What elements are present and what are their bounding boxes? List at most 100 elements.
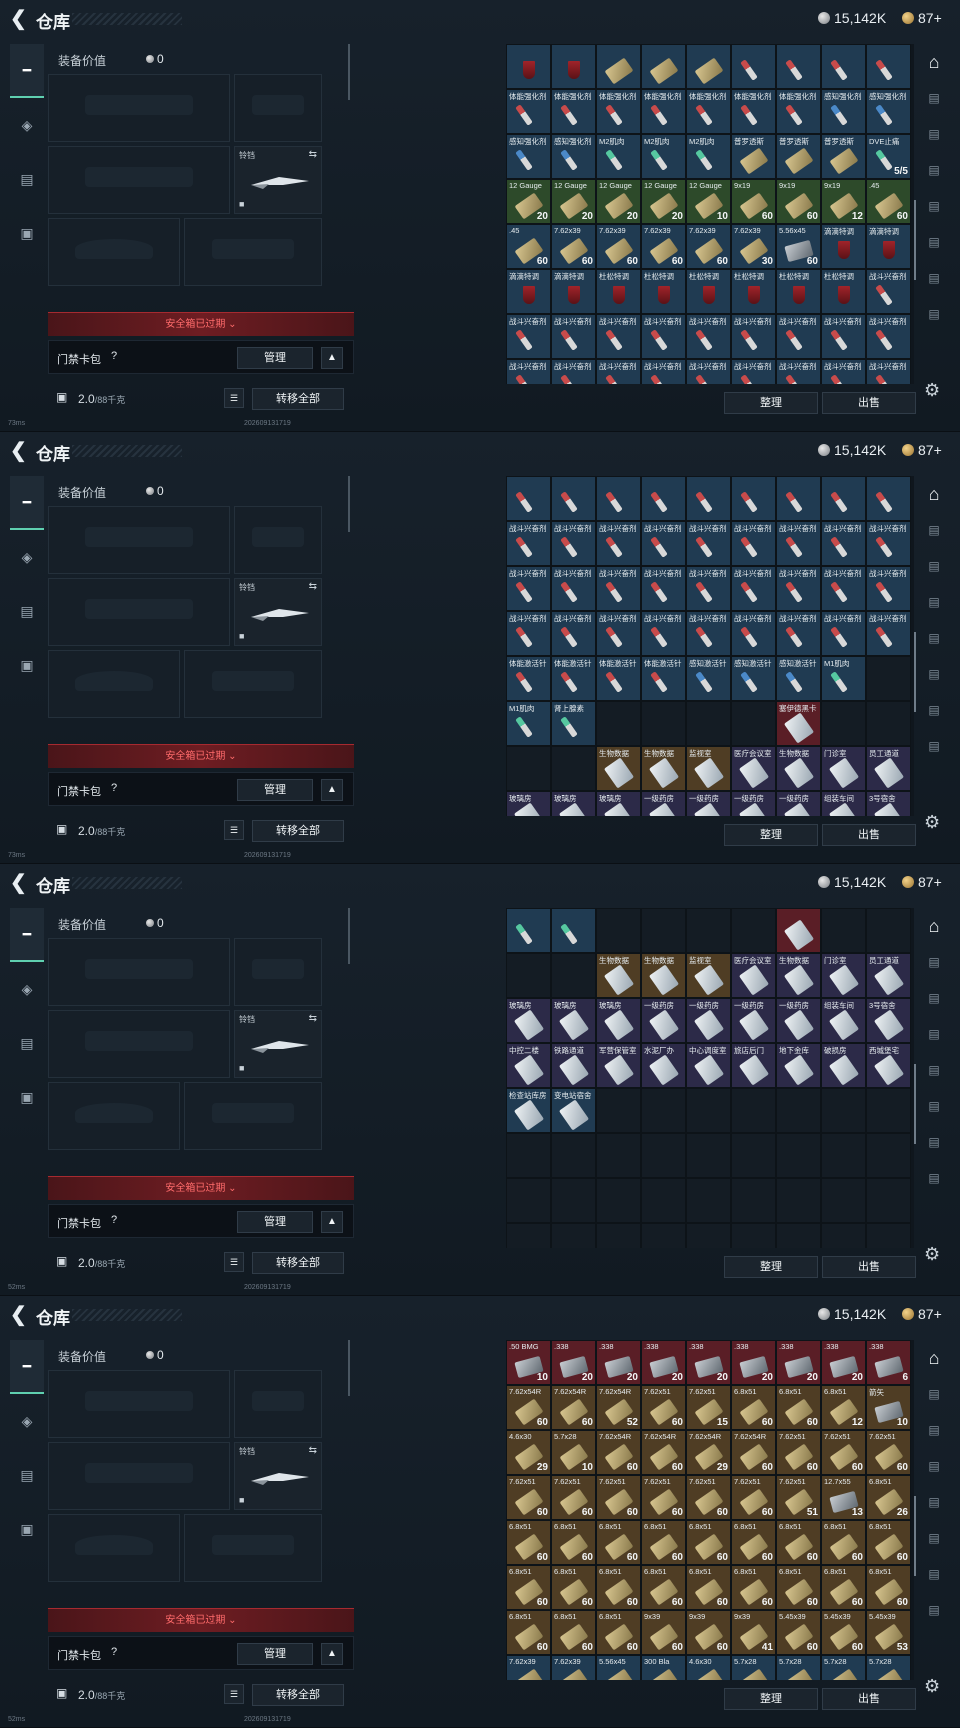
inventory-cell[interactable]: .338 20 (641, 1340, 686, 1385)
transfer-all-button[interactable]: 转移全部 (252, 1684, 344, 1706)
gear-icon[interactable]: ⚙ (924, 380, 940, 401)
sort-button[interactable]: 整理 (724, 1256, 818, 1278)
sort-button[interactable]: 整理 (724, 824, 818, 846)
inventory-cell[interactable]: 战斗兴奋剂 (641, 611, 686, 656)
chevron-up-icon[interactable]: ▲ (321, 1211, 343, 1233)
inventory-cell[interactable]: 6.8x51 60 (731, 1520, 776, 1565)
help-icon[interactable]: ? (111, 1646, 117, 1658)
primary-weapon-slot[interactable] (48, 506, 230, 574)
primary-weapon-slot[interactable] (48, 74, 230, 142)
inventory-cell[interactable] (506, 746, 551, 791)
inventory-cell[interactable] (551, 1223, 596, 1248)
inventory-cell[interactable]: 医疗会议室 (731, 953, 776, 998)
tab-weapons-icon[interactable]: ━ (10, 1340, 44, 1394)
inventory-cell[interactable]: 5.45x39 53 (866, 1610, 911, 1655)
inventory-cell[interactable]: 中控二楼 (506, 1043, 551, 1088)
chevron-up-icon[interactable]: ▲ (321, 347, 343, 369)
inventory-cell[interactable] (821, 44, 866, 89)
list-icon[interactable]: ☰ (224, 388, 244, 408)
helmet-slot[interactable] (48, 1514, 180, 1582)
inventory-cell[interactable]: 5.7x28 (866, 1655, 911, 1680)
inventory-cell[interactable] (686, 1088, 731, 1133)
inventory-cell[interactable]: 5.56x45 (596, 1655, 641, 1680)
inventory-cell[interactable]: 一级药房 (776, 998, 821, 1043)
inventory-cell[interactable] (776, 908, 821, 953)
inventory-cell[interactable]: 战斗兴奋剂 (596, 314, 641, 359)
storage-scrollbar[interactable] (914, 1064, 916, 1144)
sell-button[interactable]: 出售 (822, 392, 916, 414)
inventory-cell[interactable]: 破损房 (821, 1043, 866, 1088)
inventory-cell[interactable] (551, 1178, 596, 1223)
inventory-cell[interactable] (551, 1133, 596, 1178)
storage-tab-7-icon[interactable]: ▤ (918, 1592, 950, 1628)
inventory-cell[interactable] (596, 701, 641, 746)
inventory-cell[interactable]: 战斗兴奋剂 (821, 611, 866, 656)
sell-button[interactable]: 出售 (822, 824, 916, 846)
inventory-cell[interactable] (641, 1178, 686, 1223)
inventory-cell[interactable] (686, 1223, 731, 1248)
inventory-cell[interactable]: 感知强化剂 (866, 89, 911, 134)
gear-icon[interactable]: ⚙ (924, 812, 940, 833)
inventory-cell[interactable]: 感知激活针 (776, 656, 821, 701)
tab-armor-icon[interactable]: ◈ (10, 962, 44, 1016)
armor-slot[interactable] (184, 1514, 322, 1582)
inventory-cell[interactable]: M2肌肉 (641, 134, 686, 179)
inventory-cell[interactable]: 医疗会议室 (731, 746, 776, 791)
primary-weapon-slot[interactable] (48, 938, 230, 1006)
inventory-cell[interactable] (776, 1223, 821, 1248)
sidearm-slot[interactable] (234, 1370, 322, 1438)
inventory-cell[interactable]: 7.62x51 60 (641, 1475, 686, 1520)
inventory-cell[interactable]: 一级药房 (686, 998, 731, 1043)
inventory-cell[interactable]: 杜松特调 (821, 269, 866, 314)
inventory-cell[interactable]: 7.62x54R 60 (551, 1385, 596, 1430)
chevron-up-icon[interactable]: ▲ (321, 779, 343, 801)
loadout-scrollbar[interactable] (348, 908, 350, 964)
inventory-cell[interactable]: 监视室 (686, 953, 731, 998)
inventory-cell[interactable] (596, 1088, 641, 1133)
inventory-cell[interactable] (506, 1133, 551, 1178)
inventory-cell[interactable]: 12 Gauge 20 (596, 179, 641, 224)
gold-currency[interactable]: 87+ (902, 10, 942, 26)
inventory-cell[interactable]: 中心调度室 (686, 1043, 731, 1088)
storage-tab-2-icon[interactable]: ▤ (918, 1412, 950, 1448)
inventory-cell[interactable]: 体能强化剂 (506, 89, 551, 134)
melee-slot[interactable]: 铃铛 ⇆ ■ (234, 1442, 322, 1510)
inventory-cell[interactable]: 战斗兴奋剂 (866, 359, 911, 384)
inventory-cell[interactable]: 体能强化剂 (596, 89, 641, 134)
gear-icon[interactable]: ⚙ (924, 1244, 940, 1265)
inventory-cell[interactable]: 普罗透斯 (821, 134, 866, 179)
inventory-cell[interactable]: 战斗兴奋剂 (686, 611, 731, 656)
inventory-cell[interactable]: 体能激活针 (596, 656, 641, 701)
inventory-cell[interactable]: 6.8x51 60 (506, 1610, 551, 1655)
inventory-cell[interactable]: .338 20 (776, 1340, 821, 1385)
inventory-cell[interactable]: .338 20 (731, 1340, 776, 1385)
inventory-cell[interactable]: M1肌肉 (821, 656, 866, 701)
swap-icon[interactable]: ⇆ (309, 1013, 317, 1024)
tab-clipboard-icon[interactable]: ▤ (10, 152, 44, 206)
inventory-cell[interactable]: 检查站库房 (506, 1088, 551, 1133)
helmet-slot[interactable] (48, 650, 180, 718)
loadout-scrollbar[interactable] (348, 476, 350, 532)
storage-tab-4-icon[interactable]: ▤ (918, 188, 950, 224)
inventory-cell[interactable]: 战斗兴奋剂 (596, 611, 641, 656)
inventory-cell[interactable]: 7.62x51 60 (506, 1475, 551, 1520)
inventory-cell[interactable]: 6.8x51 60 (821, 1565, 866, 1610)
storage-tab-4-icon[interactable]: ▤ (918, 620, 950, 656)
inventory-cell[interactable] (866, 476, 911, 521)
tab-clipboard-icon[interactable]: ▤ (10, 1448, 44, 1502)
inventory-cell[interactable]: 感知强化剂 (506, 134, 551, 179)
inventory-cell[interactable]: 组装车间 (821, 998, 866, 1043)
inventory-cell[interactable]: 滴滴特调 (821, 224, 866, 269)
tab-armor-icon[interactable]: ◈ (10, 530, 44, 584)
storage-tab-4-icon[interactable]: ▤ (918, 1052, 950, 1088)
inventory-cell[interactable]: 体能强化剂 (731, 89, 776, 134)
inventory-cell[interactable]: 12 Gauge 20 (551, 179, 596, 224)
inventory-cell[interactable]: 7.62x54R 52 (596, 1385, 641, 1430)
inventory-cell[interactable] (776, 1178, 821, 1223)
storage-tab-7-icon[interactable]: ▤ (918, 296, 950, 332)
manage-button[interactable]: 管理 (237, 1643, 313, 1665)
inventory-cell[interactable]: 6.8x51 60 (596, 1565, 641, 1610)
inventory-cell[interactable]: 9x39 60 (641, 1610, 686, 1655)
inventory-cell[interactable]: 玻璃房 (596, 791, 641, 816)
sidearm-slot[interactable] (234, 938, 322, 1006)
